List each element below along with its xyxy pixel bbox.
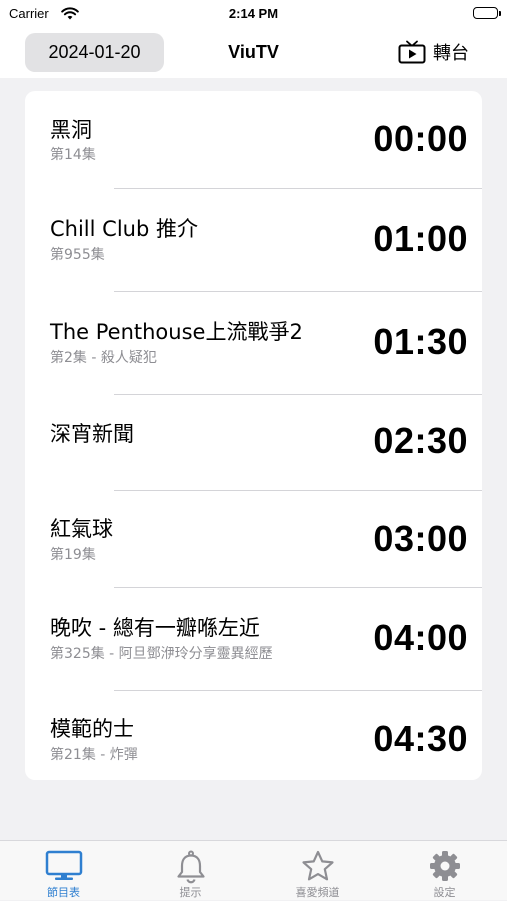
tab-schedule-label: 節目表 bbox=[47, 886, 80, 899]
program-row[interactable]: 模範的士 第21集 - 炸彈 04:30 bbox=[25, 691, 482, 780]
program-list: 黑洞 第14集 00:00 Chill Club 推介 第955集 01:00 … bbox=[25, 91, 482, 780]
program-subtitle: 第19集 bbox=[50, 547, 96, 563]
tab-schedule[interactable]: 節目表 bbox=[0, 841, 127, 901]
gear-icon bbox=[381, 850, 507, 882]
tab-bar: 節目表 提示 喜愛頻道 設定 bbox=[0, 840, 507, 900]
program-subtitle: 第2集 - 殺人疑犯 bbox=[50, 350, 157, 366]
program-row[interactable]: 晚吹 - 總有一瓣喺左近 第325集 - 阿旦鄧洢玲分享靈異經歷 04:00 bbox=[25, 588, 482, 690]
program-time: 00:00 bbox=[373, 118, 468, 159]
star-icon bbox=[254, 850, 381, 882]
program-title: The Penthouse上流戰爭2 bbox=[50, 320, 303, 344]
program-title: 模範的士 bbox=[50, 717, 134, 741]
program-time: 04:30 bbox=[373, 718, 468, 759]
program-title: 深宵新聞 bbox=[50, 422, 134, 446]
status-time: 2:14 PM bbox=[228, 6, 279, 21]
nav-bar: 2024-01-20 ViuTV 轉台 bbox=[0, 28, 507, 78]
program-subtitle: 第955集 bbox=[50, 247, 105, 263]
program-subtitle: 第14集 bbox=[50, 147, 96, 163]
switch-channel-label: 轉台 bbox=[433, 43, 469, 64]
tab-favourites[interactable]: 喜愛頻道 bbox=[254, 841, 381, 901]
battery-icon bbox=[473, 7, 501, 19]
switch-channel-button[interactable]: 轉台 bbox=[398, 39, 469, 65]
program-subtitle: 第21集 - 炸彈 bbox=[50, 747, 138, 763]
tab-reminders-label: 提示 bbox=[179, 886, 202, 899]
program-title: 黑洞 bbox=[50, 118, 92, 142]
bell-icon bbox=[127, 850, 254, 884]
program-row[interactable]: 紅氣球 第19集 03:00 bbox=[25, 491, 482, 587]
tab-settings-label: 設定 bbox=[433, 886, 456, 899]
tab-favourites-label: 喜愛頻道 bbox=[295, 886, 340, 899]
program-row[interactable]: 黑洞 第14集 00:00 bbox=[25, 91, 482, 188]
status-bar: Carrier 2:14 PM bbox=[0, 0, 507, 28]
tv-play-icon bbox=[398, 40, 426, 64]
tab-reminders[interactable]: 提示 bbox=[127, 841, 254, 901]
program-row[interactable]: Chill Club 推介 第955集 01:00 bbox=[25, 189, 482, 291]
program-time: 01:00 bbox=[373, 218, 468, 259]
program-time: 04:00 bbox=[373, 617, 468, 658]
program-row[interactable]: The Penthouse上流戰爭2 第2集 - 殺人疑犯 01:30 bbox=[25, 292, 482, 394]
program-row[interactable]: 深宵新聞 02:30 bbox=[25, 395, 482, 490]
date-picker-button[interactable]: 2024-01-20 bbox=[25, 33, 164, 72]
tv-icon bbox=[0, 850, 127, 882]
program-title: 晚吹 - 總有一瓣喺左近 bbox=[50, 616, 260, 640]
program-time: 01:30 bbox=[373, 321, 468, 362]
program-time: 02:30 bbox=[373, 420, 468, 461]
tab-settings[interactable]: 設定 bbox=[381, 841, 507, 901]
program-time: 03:00 bbox=[373, 518, 468, 559]
program-title: 紅氣球 bbox=[50, 517, 113, 541]
program-subtitle: 第325集 - 阿旦鄧洢玲分享靈異經歷 bbox=[50, 646, 273, 662]
program-title: Chill Club 推介 bbox=[50, 217, 198, 241]
